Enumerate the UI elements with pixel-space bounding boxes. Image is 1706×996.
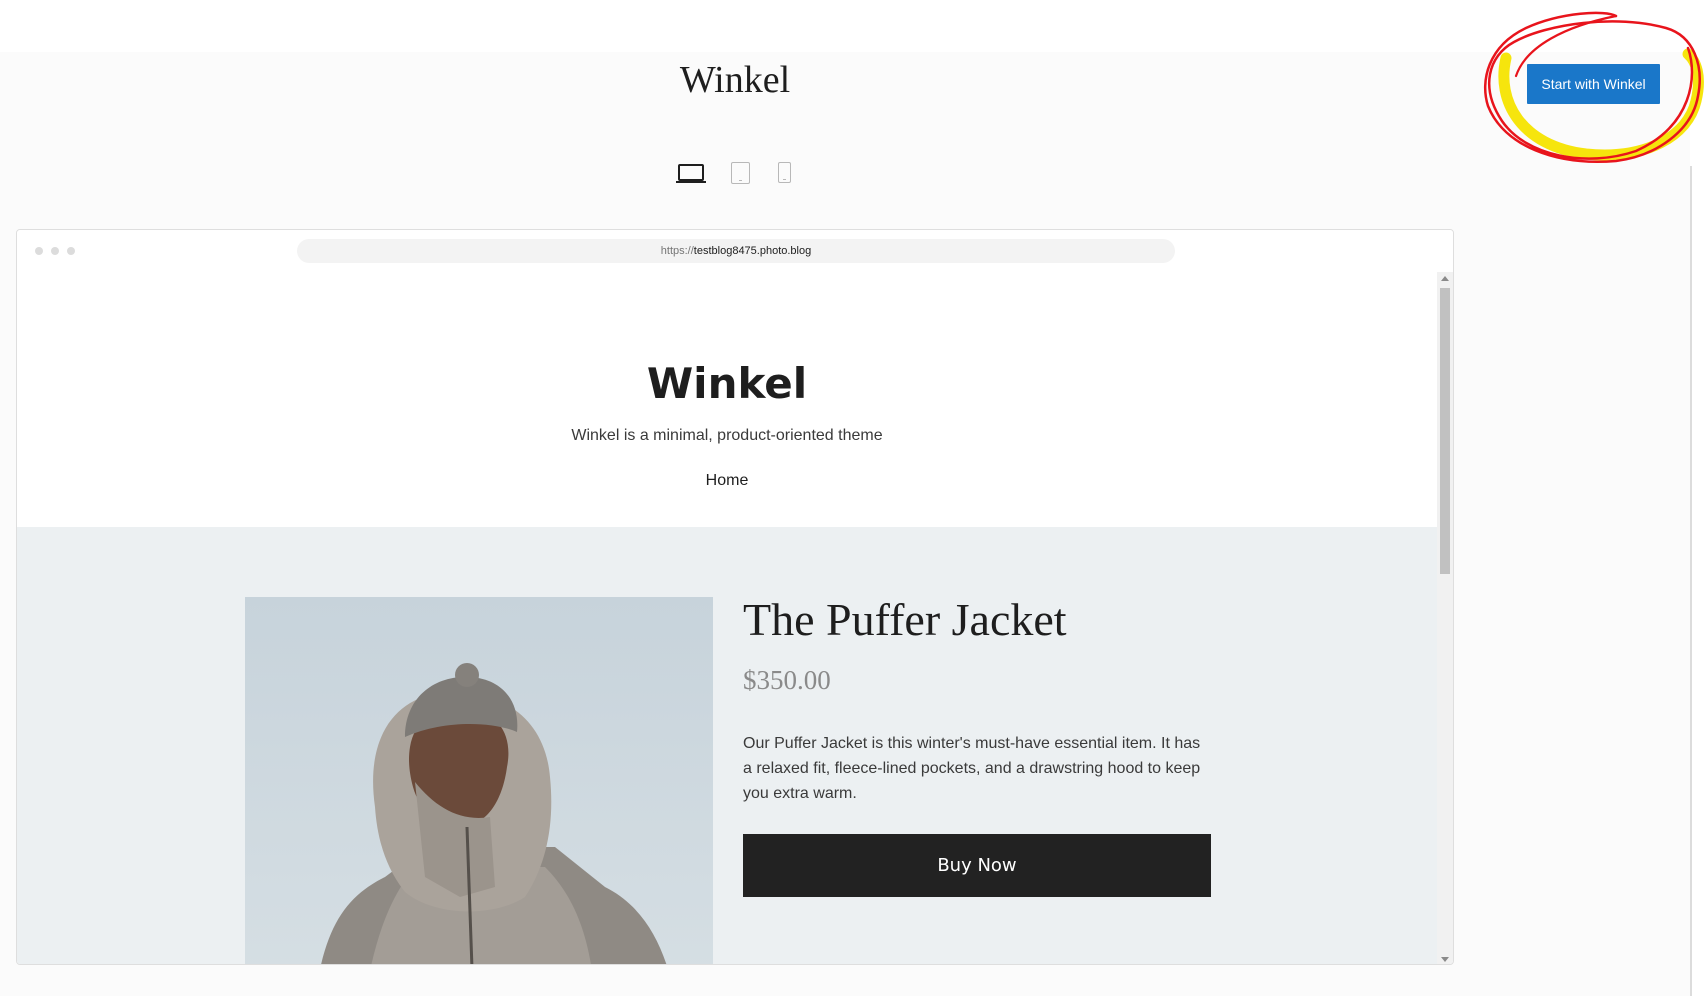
top-strip: [0, 0, 1706, 52]
scroll-down-icon[interactable]: [1441, 957, 1449, 962]
product-price: $350.00: [743, 665, 831, 695]
divider: [1690, 166, 1692, 996]
theme-title: Winkel: [679, 59, 791, 101]
mobile-icon[interactable]: [778, 162, 791, 183]
url-host: testblog8475.photo.blog: [693, 245, 812, 257]
url-scheme: https://: [660, 245, 694, 257]
product-hero: The Puffer Jacket $350.00 Our Puffer Jac…: [17, 527, 1437, 964]
product-description: Our Puffer Jacket is this winter's must-…: [743, 735, 1201, 802]
scroll-thumb[interactable]: [1440, 288, 1450, 574]
scroll-up-icon[interactable]: [1441, 276, 1449, 281]
browser-preview: https://testblog8475.photo.blog Winkel W…: [16, 229, 1454, 965]
window-dot: [67, 247, 75, 255]
device-switcher: [676, 160, 808, 190]
browser-bar: https://testblog8475.photo.blog: [17, 230, 1453, 273]
product-title: The Puffer Jacket: [743, 594, 1067, 645]
site-title[interactable]: Winkel: [17, 359, 1437, 408]
url-bar: https://testblog8475.photo.blog: [297, 239, 1175, 263]
tablet-icon[interactable]: [731, 162, 750, 184]
site-tagline: Winkel is a minimal, product-oriented th…: [571, 427, 883, 444]
site-nav: Home: [17, 472, 1437, 490]
site-preview: Winkel Winkel is a minimal, product-orie…: [17, 272, 1437, 964]
site-header: Winkel Winkel is a minimal, product-orie…: [17, 272, 1437, 527]
preview-scrollbar[interactable]: [1437, 272, 1453, 964]
window-dot: [51, 247, 59, 255]
start-with-theme-button[interactable]: Start with Winkel: [1527, 64, 1660, 104]
product-image: [245, 597, 713, 964]
buy-now-button[interactable]: Buy Now: [743, 834, 1211, 897]
desktop-icon[interactable]: [676, 164, 706, 183]
nav-item-home[interactable]: Home: [706, 472, 749, 489]
window-dot: [35, 247, 43, 255]
